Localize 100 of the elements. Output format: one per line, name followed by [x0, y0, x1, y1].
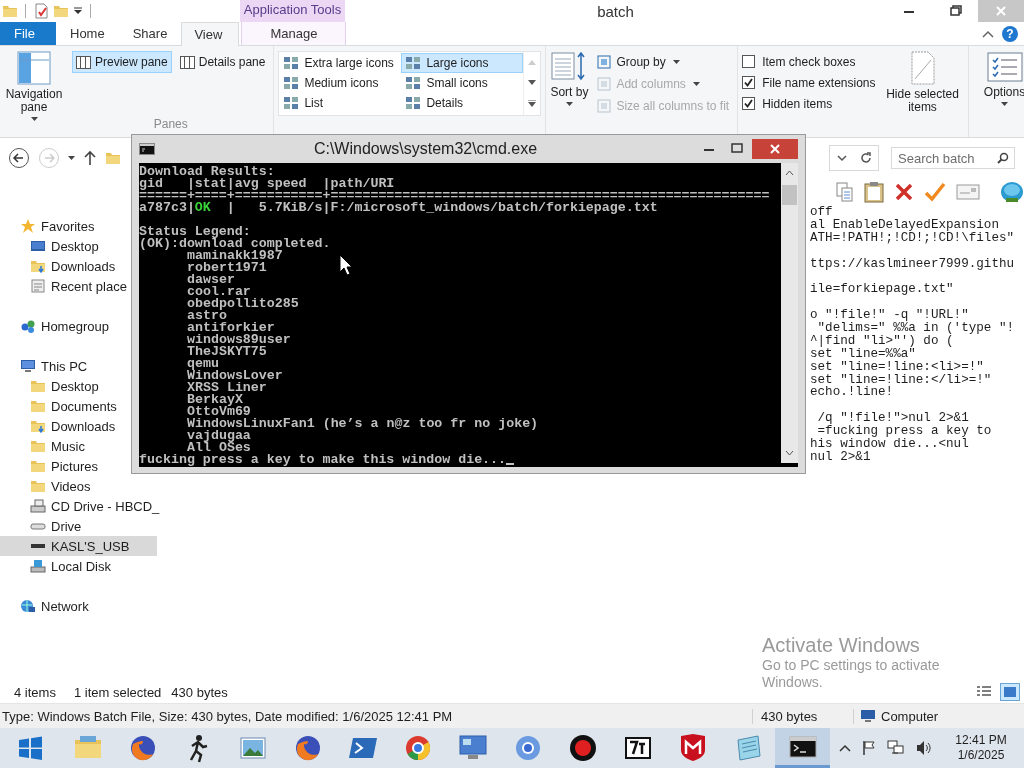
- document-icon: [30, 278, 46, 294]
- nav-item[interactable]: Drive: [0, 516, 84, 536]
- nav-item[interactable]: Network: [0, 596, 91, 616]
- options-button[interactable]: Options: [972, 51, 1024, 132]
- code-line: his window die...<nul: [810, 438, 970, 451]
- ribbon-tab[interactable]: Home: [56, 22, 119, 45]
- layout-option[interactable]: List: [279, 93, 402, 113]
- nav-item[interactable]: CD Drive - HBCD_: [0, 496, 162, 516]
- up-icon[interactable]: [83, 150, 97, 166]
- dropdown-icon[interactable]: [73, 6, 83, 16]
- folder-icon: [30, 398, 46, 414]
- console-line: robert1971: [186, 262, 267, 274]
- pane-icon: [76, 55, 91, 69]
- checkmark-icon[interactable]: [924, 182, 946, 202]
- checkbox[interactable]: [742, 55, 756, 68]
- nav-item[interactable]: Desktop: [0, 236, 101, 256]
- code-line: set "line=!line:<li>=!": [810, 360, 985, 374]
- checkbox[interactable]: [742, 76, 756, 89]
- nav-item[interactable]: KASL'S_USB: [0, 536, 157, 556]
- text-cursor: [506, 463, 515, 465]
- view-icon: [405, 96, 422, 110]
- code-line: al EnableDelayedExpansion: [810, 218, 999, 232]
- code-line: =fucking press a key to: [817, 425, 993, 439]
- layout-option[interactable]: Extra large icons: [279, 53, 402, 73]
- column-icon: [596, 76, 613, 92]
- code-line: "delims=" %%a in ('type "!: [816, 322, 1016, 335]
- close-icon[interactable]: [752, 139, 798, 159]
- large-icons-view-icon[interactable]: [1000, 683, 1020, 701]
- console-line: astro: [186, 310, 227, 322]
- recent-locations-icon[interactable]: [68, 156, 75, 160]
- context-tab-header: Application Tools: [240, 0, 345, 22]
- navigation-pane-button[interactable]: Navigation pane: [0, 51, 68, 137]
- view-command[interactable]: Group by: [592, 51, 734, 73]
- show-hidden-icons[interactable]: [839, 744, 851, 752]
- search-icon[interactable]: [997, 152, 1009, 164]
- selection-size: 430 bytes: [171, 684, 228, 700]
- layout-option[interactable]: Medium icons: [279, 73, 402, 93]
- nav-item[interactable]: Recent place: [0, 276, 129, 296]
- folder-icon: [30, 478, 46, 494]
- nav-item[interactable]: This PC: [0, 356, 90, 376]
- nav-item[interactable]: Downloads: [0, 256, 118, 276]
- console-icon: [139, 143, 155, 155]
- nav-item[interactable]: Local Disk: [0, 556, 113, 576]
- nav-item[interactable]: Music: [0, 436, 87, 456]
- speaker-icon[interactable]: [915, 740, 933, 756]
- ribbon-tab[interactable]: View: [181, 22, 240, 46]
- drive-icon: [30, 558, 46, 574]
- scrollbar[interactable]: [781, 163, 798, 463]
- console-line: ======+====+===========+=======================================================: [139, 190, 770, 202]
- folder-icon: [30, 458, 46, 474]
- column-icon: [596, 98, 613, 114]
- taskbar-button[interactable]: [775, 728, 830, 768]
- caret-icon: [565, 102, 573, 106]
- hide-selected-items-button[interactable]: Hide selected items: [881, 51, 964, 117]
- ribbon-tab[interactable]: File: [0, 22, 56, 45]
- code-line: set "line=!line:</li>=!": [810, 373, 993, 387]
- nav-item[interactable]: Homegroup: [0, 316, 111, 336]
- console-line: gid |stat|avg speed |path/URI: [139, 178, 395, 190]
- item-count: 4 items: [14, 684, 56, 700]
- code-line: /q "!file!">nul 2>&1: [816, 412, 970, 426]
- properties-icon[interactable]: [33, 3, 49, 19]
- help-button[interactable]: ?: [1002, 25, 1018, 42]
- view-icon: [283, 56, 300, 70]
- shell-icon[interactable]: [1000, 181, 1024, 203]
- nav-item[interactable]: Videos: [0, 476, 93, 496]
- expand-gallery-icon[interactable]: [528, 100, 537, 108]
- monitor-icon: [30, 238, 46, 254]
- network-icon[interactable]: [887, 740, 905, 756]
- new-folder-icon: [53, 3, 69, 19]
- clock[interactable]: 12:41 PM 1/6/2025: [950, 733, 1012, 763]
- nav-item[interactable]: Documents: [0, 396, 119, 416]
- flag-icon[interactable]: [861, 740, 877, 756]
- layout-option[interactable]: Details: [401, 93, 524, 113]
- back-icon[interactable]: [8, 147, 30, 169]
- ribbon-tab[interactable]: Share: [118, 22, 182, 45]
- nav-item[interactable]: Pictures: [0, 456, 100, 476]
- nav-item[interactable]: Downloads: [0, 416, 118, 436]
- console-line: qemu: [186, 358, 219, 370]
- console-line: All OSes: [187, 442, 251, 454]
- scroll-down-icon[interactable]: [528, 80, 537, 85]
- folder-icon: [30, 418, 46, 434]
- layout-option[interactable]: Large icons: [401, 53, 524, 73]
- checkbox[interactable]: [742, 97, 756, 110]
- drive-icon: [30, 543, 46, 549]
- clipboard-icon[interactable]: [864, 181, 884, 203]
- pane-toggle-button[interactable]: Preview pane: [72, 51, 172, 73]
- pane-toggle-button[interactable]: Details pane: [175, 51, 270, 73]
- ribbon-tab[interactable]: Manage: [241, 22, 347, 45]
- sort-icon: [551, 51, 588, 83]
- console-line: a787c3|OK | 5.7KiB/s|F:/microsoft_windows/batch/forkiepage.txt: [139, 202, 658, 214]
- nav-item[interactable]: Favorites: [0, 216, 97, 236]
- console-line: TheJSKYT75: [186, 346, 267, 358]
- details-view-icon[interactable]: [976, 685, 992, 699]
- nav-item[interactable]: Desktop: [0, 376, 101, 396]
- search-field[interactable]: Search batch: [891, 147, 1015, 169]
- collapse-ribbon-icon[interactable]: [982, 29, 994, 38]
- delete-icon[interactable]: [894, 182, 914, 202]
- layout-option[interactable]: Small icons: [401, 73, 524, 93]
- column-icon: [596, 54, 613, 70]
- sort-by-button[interactable]: Sort by: [550, 51, 589, 117]
